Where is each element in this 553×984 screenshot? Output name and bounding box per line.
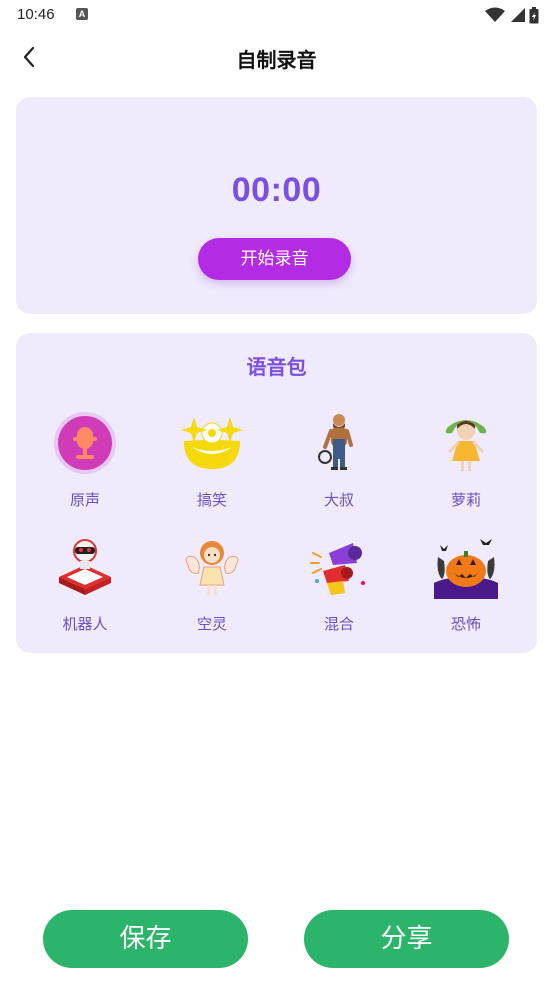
voice-item-label: 原声 (69, 491, 100, 509)
status-time: 10:46 (17, 6, 55, 23)
voice-item-mix[interactable]: 混合 (289, 535, 389, 645)
voice-item-ethereal[interactable]: 空灵 (162, 535, 262, 645)
wifi-icon (485, 7, 505, 22)
status-icons (485, 6, 539, 24)
recording-timer: 00:00 (231, 171, 322, 209)
app-bar: 自制录音 (0, 32, 553, 82)
page-title: 自制录音 (236, 48, 317, 72)
voice-item-label: 大叔 (323, 491, 354, 509)
pumpkin-icon (434, 535, 498, 599)
voice-item-funny[interactable]: 搞笑 (162, 411, 262, 521)
voice-item-label: 混合 (323, 615, 354, 633)
voice-item-label: 机器人 (62, 615, 108, 633)
voice-item-horror[interactable]: 恐怖 (416, 535, 516, 645)
recorder-card: 00:00 开始录音 (16, 97, 537, 314)
clown-face-icon (180, 411, 244, 475)
uncle-figure-icon (307, 411, 371, 475)
voice-item-label: 恐怖 (450, 615, 481, 633)
voice-item-robot[interactable]: 机器人 (35, 535, 135, 645)
voice-item-label: 搞笑 (196, 491, 227, 509)
robot-icon (53, 535, 117, 599)
voice-item-label: 萝莉 (450, 491, 481, 509)
girl-figure-icon (434, 411, 498, 475)
voice-item-original[interactable]: 原声 (35, 411, 135, 521)
voice-item-loli[interactable]: 萝莉 (416, 411, 516, 521)
notification-icon: A (76, 8, 88, 20)
share-button[interactable]: 分享 (304, 910, 509, 968)
voice-item-label: 空灵 (196, 615, 227, 633)
fairy-girl-icon (180, 535, 244, 599)
voice-item-uncle[interactable]: 大叔 (289, 411, 389, 521)
megaphone-icon (307, 535, 371, 599)
status-bar: 10:46 A (0, 0, 553, 30)
microphone-icon (53, 411, 117, 475)
start-recording-button[interactable]: 开始录音 (198, 238, 351, 280)
battery-icon (529, 6, 539, 23)
signal-icon (511, 8, 525, 22)
voice-pack-title: 语音包 (246, 355, 307, 379)
voice-pack-card: 语音包 原声 搞笑 大叔 萝莉 机器人 空灵 混合 恐怖 (16, 333, 537, 653)
save-button[interactable]: 保存 (43, 910, 248, 968)
